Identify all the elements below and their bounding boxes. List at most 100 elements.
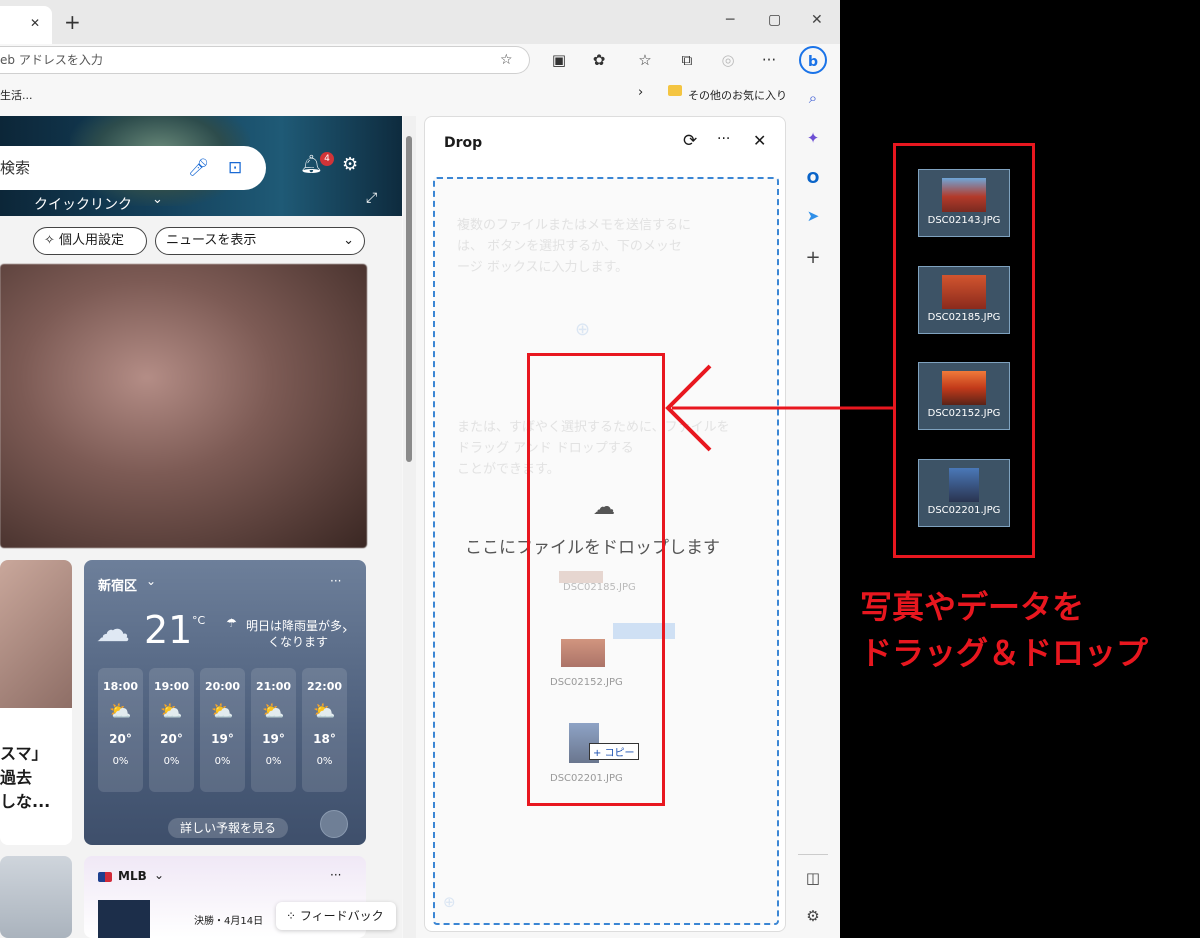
hour-column[interactable]: 21:00 ⛅ 19° 0% xyxy=(251,668,296,792)
red-arrow xyxy=(665,364,895,452)
folder-icon xyxy=(668,85,682,96)
weather-note-line1: 明日は降雨量が多 xyxy=(246,619,343,633)
show-news-dropdown[interactable]: ニュースを表示 ⌄ xyxy=(155,227,365,255)
tab-close-button[interactable]: ✕ xyxy=(30,16,40,30)
article-image-blurred xyxy=(0,560,72,708)
hour-precip: 0% xyxy=(265,756,282,767)
article-title-line2: 過去 xyxy=(0,768,33,787)
hour-column[interactable]: 18:00 ⛅ 20° 0% xyxy=(98,668,143,792)
desktop-file-icon[interactable]: DSC02152.JPG xyxy=(918,362,1010,430)
more-menu-icon[interactable]: ··· xyxy=(756,47,782,73)
mlb-logo-icon xyxy=(98,872,112,882)
favorites-icon[interactable]: ☆ xyxy=(632,47,658,73)
reading-icon[interactable]: ▣ xyxy=(546,47,572,73)
favorite-link[interactable]: 生活... xyxy=(0,87,33,103)
performance-icon[interactable]: ◎ xyxy=(715,47,741,73)
desktop-files: DSC02143.JPG DSC02185.JPG DSC02152.JPG D… xyxy=(893,143,1035,558)
night-cloudy-icon: ⛅ xyxy=(211,701,234,722)
hour-time: 22:00 xyxy=(306,680,342,693)
minimize-icon[interactable]: ─ xyxy=(726,12,734,28)
partly-cloudy-icon: ⛅ xyxy=(160,701,183,722)
chevron-right-icon[interactable]: › xyxy=(342,622,348,638)
photo-thumbnail xyxy=(949,468,979,502)
outlook-icon[interactable]: O xyxy=(799,164,827,192)
search-icon[interactable]: ⌕ xyxy=(799,84,827,112)
ghost-line: 複数のファイルまたはメモを送信するに xyxy=(457,218,692,233)
hour-temp: 19° xyxy=(262,732,285,746)
temperature-unit: °C xyxy=(192,614,206,627)
show-news-label: ニュースを表示 xyxy=(166,233,257,248)
hour-time: 20:00 xyxy=(204,680,240,693)
annotation-caption: 写真やデータを ドラッグ＆ドロップ xyxy=(860,584,1148,676)
hour-temp: 19° xyxy=(211,732,234,746)
file-name: DSC02152.JPG xyxy=(927,408,1001,419)
more-options-icon[interactable]: ··· xyxy=(717,131,730,147)
browser-window: ✕ + ─ ▢ ✕ eb アドレスを入力 ☆ ▣ ✿ ☆ ⧉ ◎ ··· 生活.… xyxy=(0,0,840,938)
visual-search-icon[interactable]: ⊡ xyxy=(228,146,242,190)
close-panel-icon[interactable]: ✕ xyxy=(753,131,766,150)
scrollbar-thumb[interactable] xyxy=(406,136,412,462)
file-name: DSC02185.JPG xyxy=(927,312,1001,323)
hour-precip: 0% xyxy=(163,756,180,767)
feedback-button[interactable]: ⁘ フィードバック xyxy=(276,902,396,930)
hour-time: 21:00 xyxy=(255,680,291,693)
personalize-button[interactable]: ✧ 個人用設定 xyxy=(33,227,147,255)
quick-links-label[interactable]: クイックリンク xyxy=(34,194,132,214)
cloud-icon: ☁ xyxy=(96,610,130,650)
hour-precip: 0% xyxy=(112,756,129,767)
address-bar[interactable]: eb アドレスを入力 ☆ xyxy=(0,46,530,74)
chevron-down-icon[interactable]: ⌄ xyxy=(152,192,163,207)
microphone-icon[interactable]: 🎤︎ xyxy=(188,146,210,190)
settings-gear-icon[interactable]: ⚙ xyxy=(342,154,358,175)
add-icon[interactable]: + xyxy=(799,244,827,272)
scrollbar[interactable] xyxy=(403,116,416,938)
favorite-star-icon[interactable]: ☆ xyxy=(500,47,513,73)
article-card[interactable]: スマ」 過去 しな... xyxy=(0,560,72,845)
search-box[interactable]: 検索 🎤︎ ⊡ xyxy=(0,146,266,190)
desktop-file-icon[interactable]: DSC02185.JPG xyxy=(918,266,1010,334)
refresh-icon[interactable]: ⟳ xyxy=(683,131,697,151)
mlb-more-button[interactable]: ··· xyxy=(330,868,341,882)
expand-icon[interactable]: ⤢ xyxy=(366,190,377,206)
mlb-title[interactable]: MLB xyxy=(118,869,147,883)
highlight-box xyxy=(527,353,665,806)
edge-sidebar: b ⌕ ✦ O ➤ + ◫ ⚙ xyxy=(788,44,840,938)
feedback-label: フィードバック xyxy=(299,909,384,923)
hour-precip: 0% xyxy=(316,756,333,767)
bing-chat-icon[interactable]: b xyxy=(799,46,827,74)
hourly-forecast: 18:00 ⛅ 20° 0% 19:00 ⛅ 20° 0% 20:00 ⛅ 19° 0% 21:0… xyxy=(98,668,354,792)
settings-gear-icon[interactable]: ⚙ xyxy=(799,902,827,930)
other-favorites-folder[interactable]: その他のお気に入り xyxy=(688,87,787,103)
ghost-send-icon: ⊕ xyxy=(443,893,456,911)
chevron-right-icon[interactable]: › xyxy=(638,85,643,100)
personalize-label: 個人用設定 xyxy=(59,233,125,248)
weather-more-button[interactable]: ··· xyxy=(330,574,341,588)
weather-avatar[interactable] xyxy=(320,810,348,838)
feedback-icon: ⁘ xyxy=(286,909,297,923)
chevron-down-icon: ⌄ xyxy=(343,233,354,248)
hour-column[interactable]: 20:00 ⛅ 19° 0% xyxy=(200,668,245,792)
hour-column[interactable]: 19:00 ⛅ 20° 0% xyxy=(149,668,194,792)
weather-location[interactable]: 新宿区 xyxy=(98,575,137,594)
copilot-icon[interactable]: ✦ xyxy=(799,124,827,152)
hide-sidebar-icon[interactable]: ◫ xyxy=(799,864,827,892)
article-card[interactable] xyxy=(0,856,72,938)
new-tab-button[interactable]: + xyxy=(64,10,81,34)
featured-image-blurred[interactable] xyxy=(0,264,367,548)
address-placeholder: eb アドレスを入力 xyxy=(0,53,103,67)
desktop-file-icon[interactable]: DSC02143.JPG xyxy=(918,169,1010,237)
collections-icon[interactable]: ⧉ xyxy=(674,47,700,73)
article-title-line1: スマ」 xyxy=(0,744,48,763)
weather-card[interactable]: 新宿区 ⌄ ··· ☁ 21 °C ☂ 明日は降雨量が多 くなります › 18:… xyxy=(84,560,366,845)
detailed-forecast-button[interactable]: 詳しい予報を見る xyxy=(168,818,289,838)
file-name: DSC02143.JPG xyxy=(927,215,1001,226)
hour-column[interactable]: 22:00 ⛅ 18° 0% xyxy=(302,668,347,792)
desktop-file-icon[interactable]: DSC02201.JPG xyxy=(918,459,1010,527)
maximize-icon[interactable]: ▢ xyxy=(768,12,781,28)
weather-note-line2: くなります xyxy=(268,635,329,649)
ghost-line: は、 ボタンを選択するか、下のメッセ xyxy=(457,239,682,254)
close-window-icon[interactable]: ✕ xyxy=(811,12,823,28)
drop-icon[interactable]: ➤ xyxy=(799,202,827,230)
extensions-icon[interactable]: ✿ xyxy=(586,47,612,73)
active-tab[interactable]: ✕ xyxy=(0,6,52,44)
